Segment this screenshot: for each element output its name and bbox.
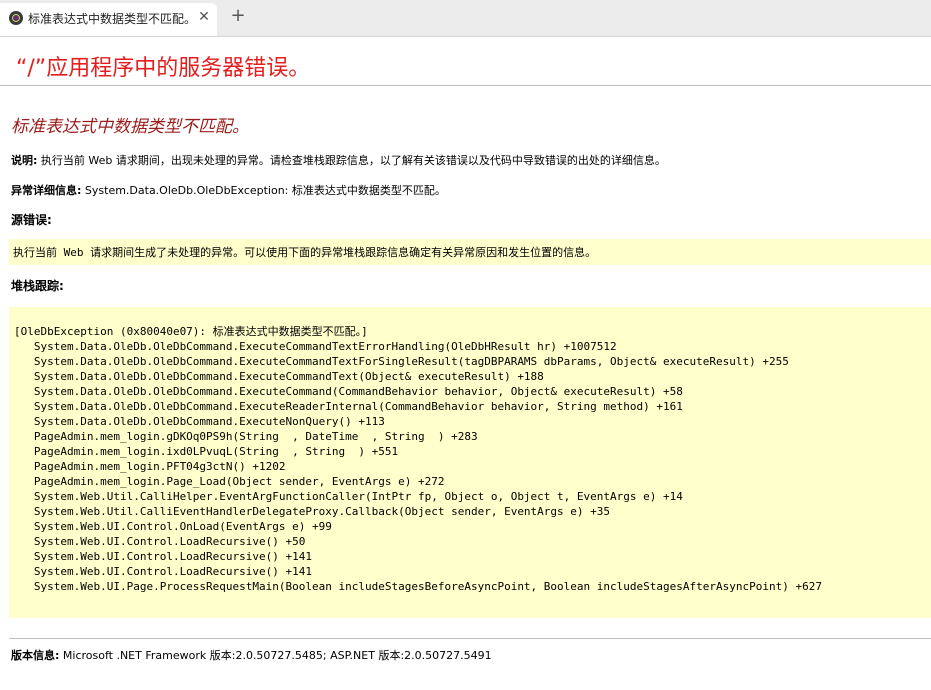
exception-text: System.Data.OleDb.OleDbException: 标准表达式中… [84, 184, 446, 197]
source-error-label: 源错误: [11, 213, 52, 227]
stack-trace-lines: [OleDbException (0x80040e07): 标准表达式中数据类型… [14, 324, 822, 594]
version-row: 版本信息: Microsoft .NET Framework 版本:2.0.50… [11, 647, 492, 663]
stack-trace-line: System.Data.OleDb.OleDbCommand.ExecuteCo… [14, 340, 617, 353]
version-label: 版本信息: [11, 649, 60, 662]
stack-trace-line: [OleDbException (0x80040e07): 标准表达式中数据类型… [14, 325, 368, 338]
stack-trace-line: System.Data.OleDb.OleDbCommand.ExecuteCo… [14, 385, 683, 398]
title-divider [0, 85, 931, 86]
stack-trace-label: 堆栈跟踪: [11, 279, 64, 293]
stack-trace-line: System.Data.OleDb.OleDbCommand.ExecuteCo… [14, 355, 789, 368]
stack-trace-line: System.Web.UI.Control.LoadRecursive() +5… [14, 535, 306, 548]
stack-trace-line: System.Web.UI.Page.ProcessRequestMain(Bo… [14, 580, 822, 593]
stack-trace-line: PageAdmin.mem_login.Page_Load(Object sen… [14, 475, 445, 488]
page-title: “/”应用程序中的服务器错误。 [16, 56, 311, 81]
description-label: 说明: [11, 154, 38, 167]
footer-divider [9, 638, 931, 639]
stack-trace-line: System.Web.Util.CalliEventHandlerDelegat… [14, 505, 611, 518]
stack-trace-line: System.Web.Util.CalliHelper.EventArgFunc… [14, 490, 683, 503]
exception-label: 异常详细信息: [11, 184, 82, 197]
stack-trace-line: System.Web.UI.Control.LoadRecursive() +1… [14, 550, 313, 563]
source-error-box: 执行当前 Web 请求期间生成了未处理的异常。可以使用下面的异常堆栈跟踪信息确定… [9, 239, 931, 265]
browser-tab-strip: 标准表达式中数据类型不匹配。 ✕ + [0, 0, 931, 37]
close-icon[interactable]: ✕ [197, 9, 211, 25]
app-favicon-icon [9, 11, 23, 25]
stack-trace-line: System.Web.UI.Control.OnLoad(EventArgs e… [14, 520, 332, 533]
browser-tab[interactable]: 标准表达式中数据类型不匹配。 ✕ [0, 3, 217, 36]
stack-trace-line: System.Web.UI.Control.LoadRecursive() +1… [14, 565, 313, 578]
description-row: 说明: 执行当前 Web 请求期间，出现未处理的异常。请检查堆栈跟踪信息，以了解… [11, 152, 666, 168]
stack-trace-line: System.Data.OleDb.OleDbCommand.ExecuteCo… [14, 370, 544, 383]
stack-trace-line: PageAdmin.mem_login.gDKOq0PS9h(String , … [14, 430, 478, 443]
stack-trace-line: PageAdmin.mem_login.PFT04g3ctN() +1202 [14, 460, 286, 473]
plus-icon[interactable]: + [229, 6, 247, 26]
version-text: Microsoft .NET Framework 版本:2.0.50727.54… [62, 649, 492, 662]
source-error-text: 执行当前 Web 请求期间生成了未处理的异常。可以使用下面的异常堆栈跟踪信息确定… [13, 246, 597, 259]
stack-trace-box: [OleDbException (0x80040e07): 标准表达式中数据类型… [9, 307, 931, 618]
stack-trace-line: System.Data.OleDb.OleDbCommand.ExecuteNo… [14, 415, 385, 428]
stack-trace-line: System.Data.OleDb.OleDbCommand.ExecuteRe… [14, 400, 683, 413]
description-text: 执行当前 Web 请求期间，出现未处理的异常。请检查堆栈跟踪信息，以了解有关该错… [40, 154, 666, 167]
error-subtitle: 标准表达式中数据类型不匹配。 [11, 117, 249, 137]
tab-title: 标准表达式中数据类型不匹配。 [28, 12, 197, 26]
stack-trace-line: PageAdmin.mem_login.ixd0LPvuqL(String , … [14, 445, 399, 458]
exception-row: 异常详细信息: System.Data.OleDb.OleDbException… [11, 182, 446, 198]
